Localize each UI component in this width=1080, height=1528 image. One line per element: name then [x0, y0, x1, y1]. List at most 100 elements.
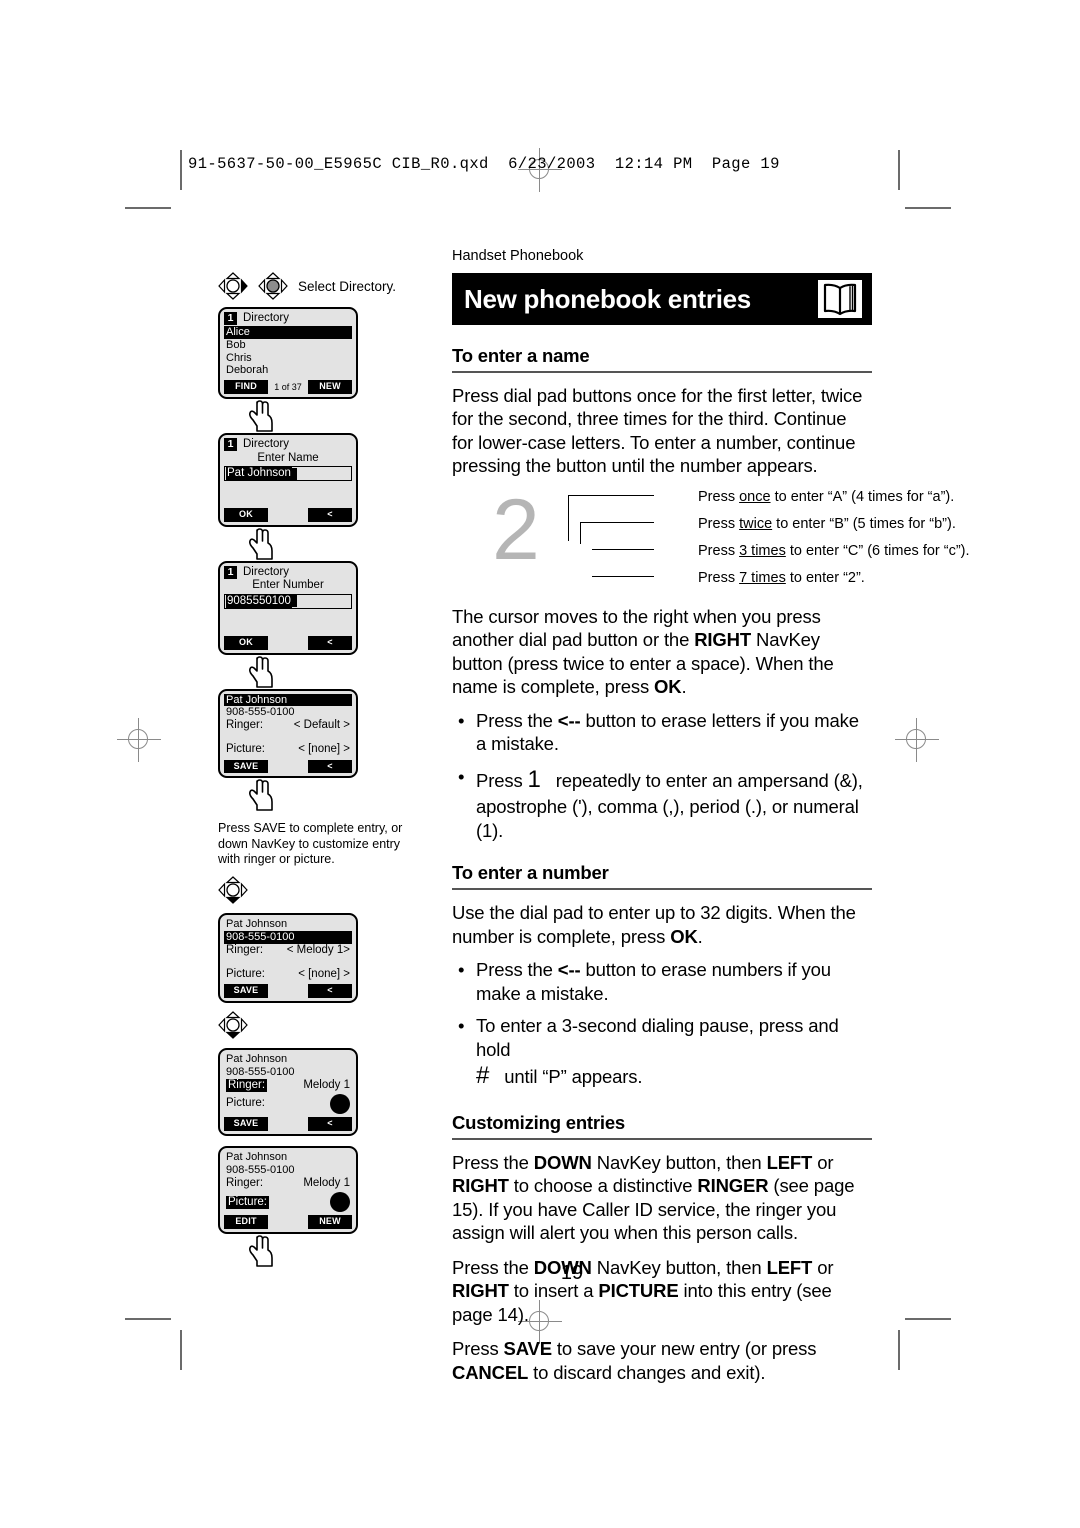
crop-mark-top-left-v — [180, 150, 182, 190]
screen-prompt: Enter Name — [257, 451, 319, 464]
crop-mark-bottom-right-v — [898, 1330, 900, 1370]
picture-label: Picture: — [226, 1195, 269, 1210]
registration-mark-right — [895, 718, 939, 762]
cursor-para-3: . — [681, 676, 687, 698]
ringer-row[interactable]: Ringer: < Default > — [224, 719, 352, 733]
softkey-ok[interactable]: OK — [224, 635, 268, 650]
picture-thumbnail — [330, 1192, 350, 1213]
text-run: NavKey button, then — [591, 1151, 767, 1173]
list-item[interactable]: Alice — [224, 325, 352, 339]
key-save: SAVE — [503, 1338, 553, 1360]
list-item[interactable]: Bob — [224, 339, 352, 352]
ringer-label: Ringer: — [226, 719, 264, 732]
entry-name: Pat Johnson — [224, 693, 352, 707]
paragraph-enter-name-intro: Press dial pad buttons once for the firs… — [452, 385, 863, 477]
screen-entry-default[interactable]: Pat Johnson 908-555-0100 Ringer: < Defau… — [218, 688, 358, 779]
callout-emph: once — [739, 488, 771, 505]
softkey-ok[interactable]: OK — [224, 508, 268, 522]
screen-ringer-selected[interactable]: Pat Johnson 908-555-0100 Ringer: Melody … — [218, 1047, 358, 1136]
bullet-list-number: Press the <-- button to erase numbers if… — [452, 958, 872, 1091]
key-pound: # — [476, 1062, 490, 1090]
softkey-bar: OK < — [224, 508, 352, 522]
screen-directory-list[interactable]: 1 Directory Alice Bob Chris Deborah FIND… — [218, 307, 358, 400]
entry-number: 908-555-0100 — [224, 931, 352, 944]
softkey-save[interactable]: SAVE — [224, 1117, 268, 1131]
key-backspace: <-- — [557, 959, 581, 981]
softkey-save[interactable]: SAVE — [224, 984, 268, 998]
number-input-value: 9085550100 — [226, 594, 292, 609]
key-cancel: CANCEL — [452, 1361, 529, 1383]
picture-value: < [none] > — [298, 743, 350, 756]
page-number-value: 19 — [560, 1262, 584, 1284]
screen-enter-name[interactable]: 1 Directory Enter Name Pat Johnson OK < — [218, 433, 358, 527]
navkey-instruction-row: Select Directory. — [218, 272, 418, 300]
crop-mark-bottom-left-h — [125, 1318, 171, 1320]
ringer-row[interactable]: Ringer: < Melody 1> — [224, 944, 352, 958]
callout-post: to enter “C” (6 times for “c”). — [785, 542, 970, 559]
bullet-text: Press the — [476, 709, 558, 731]
picture-row[interactable]: Picture: < [none] > — [224, 968, 352, 982]
ringer-value: Melody 1 — [303, 1078, 350, 1091]
crop-mark-bottom-right-h — [905, 1318, 951, 1320]
callout-post: to enter “A” (4 times for “a”). — [770, 488, 955, 505]
screen-header: 1 Directory — [224, 566, 352, 580]
softkey-back[interactable]: < — [308, 759, 352, 774]
callout-post: to enter “B” (5 times for “b”). — [772, 515, 956, 532]
list-item: To enter a 3-second dialing pause, press… — [452, 1014, 872, 1091]
text-run: to discard changes and exit). — [528, 1361, 766, 1383]
save-caption: Press SAVE to complete entry, or down Na… — [218, 821, 403, 867]
paragraph-cursor-moves: The cursor moves to the right when you p… — [452, 605, 872, 699]
entry-name: Pat Johnson — [226, 918, 288, 931]
paragraph-save-entry: Press SAVE to save your new entry (or pr… — [452, 1337, 872, 1384]
entry-number: 908-555-0100 — [226, 706, 295, 719]
number-input[interactable]: 9085550100 — [224, 593, 352, 609]
callout-row-list: Press once to enter “A” (4 times for “a”… — [544, 486, 970, 594]
callout-pre: Press — [698, 515, 740, 532]
picture-row[interactable]: Picture: — [224, 1094, 352, 1115]
softkey-bar: EDIT NEW — [224, 1215, 352, 1229]
key-right: RIGHT — [452, 1175, 509, 1197]
page-title: New phonebook entries — [464, 283, 751, 314]
screen-header: 1 Directory — [224, 312, 352, 326]
screen-picture-selected[interactable]: Pat Johnson 908-555-0100 Ringer: Melody … — [218, 1145, 358, 1234]
screen-enter-number[interactable]: 1 Directory Enter Number 9085550100 OK < — [218, 560, 358, 655]
open-book-icon — [818, 280, 862, 318]
crop-mark-top-left-h — [125, 207, 171, 209]
screen-title: Directory — [243, 438, 290, 451]
softkey-new[interactable]: NEW — [308, 1215, 352, 1229]
callout-emph: 7 times — [739, 569, 786, 586]
screen-entry-melody[interactable]: Pat Johnson 908-555-0100 Ringer: < Melod… — [218, 913, 358, 1003]
callout-pre: Press — [698, 542, 740, 559]
callout-emph: twice — [739, 515, 773, 532]
softkey-edit[interactable]: EDIT — [224, 1215, 268, 1229]
key-right: RIGHT — [694, 629, 752, 651]
ringer-row[interactable]: Ringer: Melody 1 — [224, 1177, 352, 1191]
heading-customizing-entries: Customizing entries — [452, 1112, 872, 1140]
crop-mark-bottom-left-v — [180, 1330, 182, 1370]
key-backspace: <-- — [557, 709, 581, 731]
list-item[interactable]: Chris — [224, 352, 352, 365]
screen-header: 1 Directory — [224, 438, 352, 452]
list-item[interactable]: Deborah — [224, 364, 352, 377]
softkey-save[interactable]: SAVE — [224, 759, 268, 774]
text-run: to choose a distinctive — [508, 1175, 698, 1197]
name-input[interactable]: Pat Johnson — [224, 466, 352, 482]
softkey-back[interactable]: < — [308, 508, 352, 522]
softkey-find[interactable]: FIND — [224, 380, 268, 395]
softkey-back[interactable]: < — [308, 1117, 352, 1131]
picture-row[interactable]: Picture: < [none] > — [224, 743, 352, 757]
page-title-bar: New phonebook entries — [452, 273, 872, 325]
ringer-label: Ringer: — [226, 1078, 268, 1093]
softkey-back[interactable]: < — [308, 984, 352, 998]
text-run: to save your new entry (or press — [551, 1338, 817, 1360]
name-input-value: Pat Johnson — [226, 466, 292, 481]
ringer-value: < Melody 1> — [286, 944, 350, 956]
callout-row: Press twice to enter “B” (5 times for “b… — [544, 513, 956, 540]
softkey-bar: FIND 1 of 37 NEW — [224, 380, 352, 395]
line-badge: 1 — [224, 566, 237, 580]
ringer-row[interactable]: Ringer: Melody 1 — [224, 1078, 352, 1093]
softkey-new[interactable]: NEW — [308, 380, 352, 395]
picture-row[interactable]: Picture: — [224, 1192, 352, 1213]
key-one: 1 — [527, 765, 541, 793]
softkey-back[interactable]: < — [308, 635, 352, 650]
